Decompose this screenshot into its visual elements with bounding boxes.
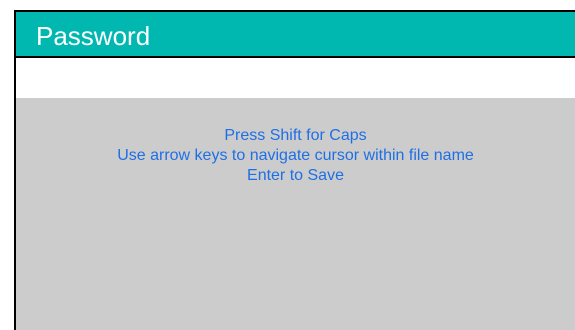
hint-text-block: Press Shift for Caps Use arrow keys to n… <box>16 126 575 186</box>
hint-panel: Press Shift for Caps Use arrow keys to n… <box>16 98 575 330</box>
hint-enter-save: Enter to Save <box>247 167 344 184</box>
password-dialog: Password Press Shift for Caps Use arrow … <box>14 10 575 330</box>
dialog-title: Password <box>36 21 151 51</box>
password-input[interactable] <box>16 58 575 98</box>
hint-shift-caps: Press Shift for Caps <box>224 127 367 144</box>
hint-arrow-keys: Use arrow keys to navigate cursor within… <box>117 147 474 164</box>
title-bar: Password <box>16 12 575 58</box>
